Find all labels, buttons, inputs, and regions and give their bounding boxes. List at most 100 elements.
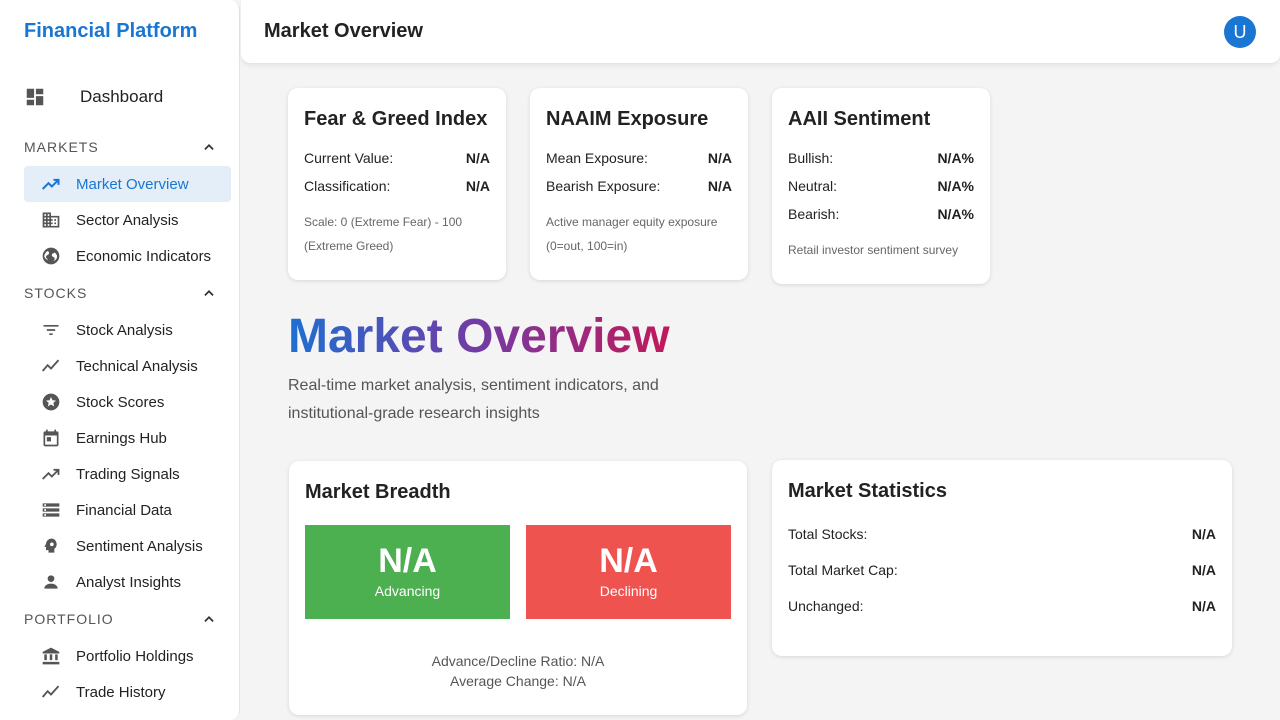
mean-exposure-row: Mean Exposure: N/A — [546, 150, 732, 166]
row-label: Current Value: — [304, 150, 394, 166]
advancing-value: N/A — [378, 542, 437, 580]
neutral-row: Neutral: N/A% — [788, 178, 974, 194]
market-statistics-card: Market Statistics Total Stocks: N/A Tota… — [772, 460, 1232, 656]
row-label: Bullish: — [788, 150, 834, 166]
naaim-card: NAAIM Exposure Mean Exposure: N/A Bearis… — [530, 88, 748, 280]
user-avatar[interactable]: U — [1224, 16, 1256, 48]
sidebar-item-label: Market Overview — [76, 175, 189, 193]
sidebar-item-dashboard[interactable]: Dashboard — [24, 84, 231, 110]
card-title: AAII Sentiment — [788, 108, 931, 130]
sidebar-item-financial-data[interactable]: Financial Data — [24, 492, 231, 528]
card-title: NAAIM Exposure — [546, 108, 709, 130]
sidebar-item-label: Earnings Hub — [76, 429, 167, 447]
psychology-icon — [40, 535, 62, 557]
sidebar-item-sector-analysis[interactable]: Sector Analysis — [24, 202, 231, 238]
sidebar-item-label: Trading Signals — [76, 465, 180, 483]
show-chart-icon — [40, 355, 62, 377]
business-icon — [40, 209, 62, 231]
section-markets-toggle[interactable]: MARKETS — [24, 137, 216, 157]
sidebar: Financial Platform Dashboard MARKETS Mar… — [0, 0, 240, 720]
row-label: Classification: — [304, 178, 391, 194]
dashboard-icon — [26, 88, 44, 106]
aaii-card: AAII Sentiment Bullish: N/A% Neutral: N/… — [772, 88, 990, 284]
hero-title: Market Overview — [288, 308, 670, 366]
bearish-exposure-row: Bearish Exposure: N/A — [546, 178, 732, 194]
chevron-up-icon — [204, 616, 214, 622]
card-title: Market Statistics — [788, 480, 947, 502]
section-label: STOCKS — [24, 285, 88, 301]
sidebar-item-technical-analysis[interactable]: Technical Analysis — [24, 348, 231, 384]
total-market-cap-row: Total Market Cap: N/A — [788, 562, 1216, 578]
card-note: Active manager equity exposure (0=out, 1… — [546, 215, 718, 253]
row-value: N/A% — [937, 206, 974, 222]
hero-subtitle: Real-time market analysis, sentiment ind… — [288, 377, 659, 422]
timeline-icon — [40, 681, 62, 703]
classification-row: Classification: N/A — [304, 178, 490, 194]
row-label: Unchanged: — [788, 598, 864, 614]
row-value: N/A% — [937, 178, 974, 194]
trending-up-icon — [40, 173, 62, 195]
calendar-icon — [40, 427, 62, 449]
chevron-up-icon — [204, 144, 214, 150]
sidebar-item-stock-scores[interactable]: Stock Scores — [24, 384, 231, 420]
row-value: N/A — [707, 150, 732, 166]
row-label: Neutral: — [788, 178, 838, 194]
globe-icon — [40, 245, 62, 267]
filter-list-icon — [40, 319, 62, 341]
card-note: Retail investor sentiment survey — [788, 243, 959, 257]
row-label: Total Market Cap: — [788, 562, 898, 578]
sidebar-item-label: Dashboard — [80, 87, 164, 106]
declining-value: N/A — [599, 542, 658, 580]
sidebar-item-earnings-hub[interactable]: Earnings Hub — [24, 420, 231, 456]
card-note: Scale: 0 (Extreme Fear) - 100 (Extreme G… — [304, 215, 463, 253]
sidebar-item-economic-indicators[interactable]: Economic Indicators — [24, 238, 231, 274]
section-stocks-toggle[interactable]: STOCKS — [24, 283, 216, 303]
declining-label: Declining — [599, 583, 658, 599]
sidebar-item-label: Portfolio Holdings — [76, 647, 194, 665]
person-icon — [40, 571, 62, 593]
row-value: N/A — [1191, 526, 1216, 542]
section-label: PORTFOLIO — [24, 611, 114, 627]
row-value: N/A — [1191, 598, 1216, 614]
sidebar-item-label: Economic Indicators — [76, 247, 212, 265]
sidebar-item-analyst-insights[interactable]: Analyst Insights — [24, 564, 231, 600]
chevron-up-icon — [204, 290, 214, 296]
sidebar-item-market-overview[interactable]: Market Overview — [24, 166, 231, 202]
sidebar-item-label: Stock Analysis — [76, 321, 173, 339]
advance-decline-ratio: Advance/Decline Ratio: N/A — [431, 653, 605, 669]
advancing-box: N/A Advancing — [305, 525, 510, 619]
sidebar-item-label: Sentiment Analysis — [76, 537, 203, 555]
sidebar-item-sentiment-analysis[interactable]: Sentiment Analysis — [24, 528, 231, 564]
bank-icon — [40, 645, 62, 667]
sidebar-item-label: Trade History — [76, 683, 166, 701]
page-title: Market Overview — [264, 20, 423, 42]
sidebar-item-label: Technical Analysis — [76, 357, 198, 375]
sidebar-item-trading-signals[interactable]: Trading Signals — [24, 456, 231, 492]
row-value: N/A — [1191, 562, 1216, 578]
declining-box: N/A Declining — [526, 525, 731, 619]
row-value: N/A — [465, 178, 490, 194]
sidebar-item-stock-analysis[interactable]: Stock Analysis — [24, 312, 231, 348]
row-label: Bearish: — [788, 206, 840, 222]
section-portfolio-toggle[interactable]: PORTFOLIO — [24, 609, 216, 629]
row-value: N/A — [707, 178, 732, 194]
card-title: Fear & Greed Index — [304, 108, 488, 130]
total-stocks-row: Total Stocks: N/A — [788, 526, 1216, 542]
average-change: Average Change: N/A — [450, 673, 586, 689]
star-circle-icon — [40, 391, 62, 413]
current-value-row: Current Value: N/A — [304, 150, 490, 166]
sidebar-item-label: Sector Analysis — [76, 211, 179, 229]
sidebar-item-label: Financial Data — [76, 501, 172, 519]
row-label: Bearish Exposure: — [546, 178, 661, 194]
sidebar-item-trade-history[interactable]: Trade History — [24, 674, 231, 710]
brand-logo[interactable]: Financial Platform — [24, 20, 197, 43]
market-breadth-card: Market Breadth N/A Advancing N/A Declini… — [289, 461, 747, 715]
row-label: Mean Exposure: — [546, 150, 648, 166]
storage-icon — [40, 499, 62, 521]
row-value: N/A% — [937, 150, 974, 166]
bullish-row: Bullish: N/A% — [788, 150, 974, 166]
sidebar-item-portfolio-holdings[interactable]: Portfolio Holdings — [24, 638, 231, 674]
row-label: Total Stocks: — [788, 526, 868, 542]
card-title: Market Breadth — [305, 481, 451, 503]
sidebar-item-label: Stock Scores — [76, 393, 165, 411]
